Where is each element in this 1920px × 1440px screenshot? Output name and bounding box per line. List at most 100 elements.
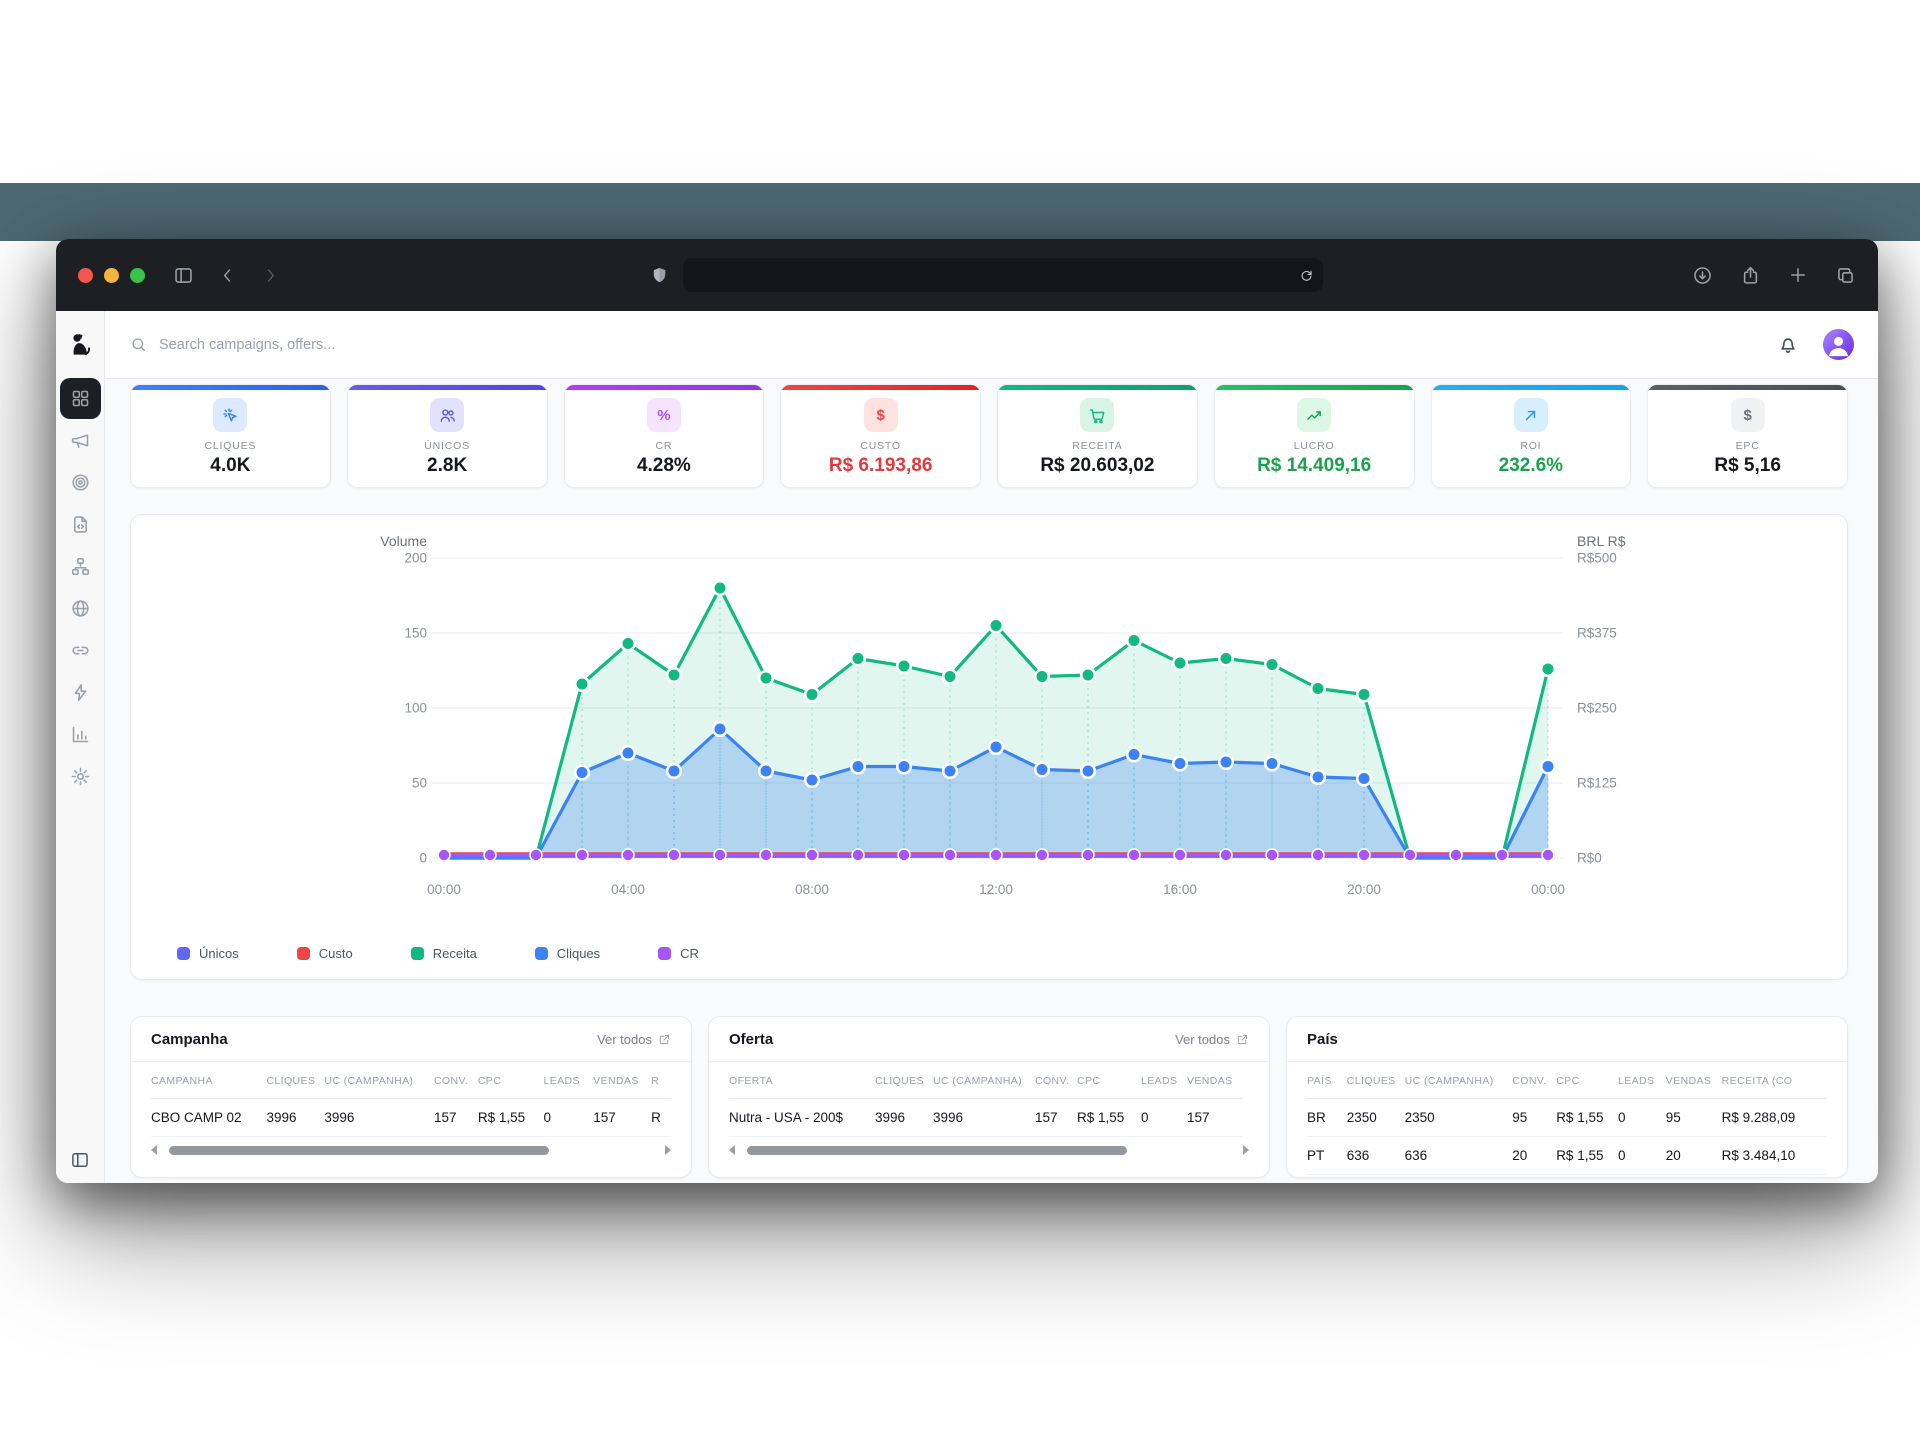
- tab-overview-icon[interactable]: [1835, 265, 1856, 286]
- table-cell: 0: [1618, 1099, 1666, 1137]
- kpi-card-únicos[interactable]: ÚNICOS2.8K: [347, 384, 548, 488]
- shield-icon[interactable]: [650, 266, 669, 285]
- scroll-left-arrow[interactable]: [151, 1145, 157, 1155]
- column-header: LEADS: [1618, 1062, 1666, 1099]
- legend-item-cliques[interactable]: Cliques: [535, 946, 600, 961]
- legend-item-únicos[interactable]: Únicos: [177, 946, 239, 961]
- table-cell: 157: [1187, 1099, 1243, 1137]
- pais-table-card: PaísPAÍSCLIQUESUC (CAMPANHA)CONV.CPCLEAD…: [1286, 1016, 1848, 1178]
- oferta-title: Oferta: [729, 1031, 773, 1048]
- kpi-card-roi[interactable]: ROI232.6%: [1431, 384, 1632, 488]
- legend-item-custo[interactable]: Custo: [297, 946, 353, 961]
- legend-chip: [658, 947, 671, 960]
- table-cell: 0: [1141, 1099, 1187, 1137]
- scrollbar-thumb[interactable]: [169, 1146, 549, 1155]
- search-input[interactable]: [159, 337, 579, 353]
- kpi-accent-bar: [565, 385, 764, 390]
- legend-label: Custo: [319, 946, 353, 961]
- megaphone-icon: [70, 430, 91, 451]
- table-cell: 157: [434, 1099, 478, 1137]
- campanha-ver-todos-link[interactable]: Ver todos: [597, 1032, 671, 1047]
- share-icon[interactable]: [1740, 265, 1761, 286]
- scroll-left-arrow[interactable]: [729, 1145, 735, 1155]
- globe-icon: [70, 598, 91, 619]
- sidebar-item-links[interactable]: [60, 630, 101, 671]
- sidebar-item-offers[interactable]: [60, 462, 101, 503]
- legend-chip: [177, 947, 190, 960]
- column-header: LEADS: [543, 1062, 593, 1099]
- svg-text:04:00: 04:00: [611, 882, 645, 897]
- table-cell: R$ 9.288,09: [1722, 1099, 1827, 1137]
- scroll-right-arrow[interactable]: [1243, 1145, 1249, 1155]
- ver-todos-label: Ver todos: [597, 1032, 652, 1047]
- table-cell: 636: [1405, 1137, 1513, 1175]
- table-cell: 0: [1618, 1137, 1666, 1175]
- sidebar-item-dashboard[interactable]: [60, 378, 101, 419]
- scrollbar-track[interactable]: [742, 1146, 1236, 1155]
- kpi-label: EPC: [1736, 440, 1760, 452]
- legend-label: Receita: [433, 946, 477, 961]
- svg-text:R$0: R$0: [1577, 851, 1602, 866]
- oferta-horizontal-scrollbar[interactable]: [729, 1144, 1249, 1156]
- cursor-click-icon: [213, 398, 247, 432]
- table-cell: 3996: [266, 1099, 324, 1137]
- new-tab-icon[interactable]: [1788, 265, 1808, 285]
- kpi-label: CUSTO: [860, 440, 901, 452]
- kpi-card-custo[interactable]: $CUSTOR$ 6.193,86: [780, 384, 981, 488]
- cart-icon: [1080, 398, 1114, 432]
- column-header: CPC: [478, 1062, 544, 1099]
- sidebar: [56, 311, 105, 1183]
- link-icon: [70, 640, 91, 661]
- reload-icon[interactable]: [1299, 268, 1314, 283]
- table-cell: 20: [1666, 1137, 1722, 1175]
- app-logo[interactable]: [56, 311, 104, 378]
- minimize-window-button[interactable]: [104, 268, 119, 283]
- arrow-up-right-icon: [1514, 398, 1548, 432]
- scrollbar-thumb[interactable]: [747, 1146, 1127, 1155]
- dollar-glyph: $: [864, 398, 898, 432]
- kpi-accent-bar: [1215, 385, 1414, 390]
- campanha-horizontal-scrollbar[interactable]: [151, 1144, 671, 1156]
- sidebar-item-reports[interactable]: [60, 714, 101, 755]
- kpi-card-lucro[interactable]: LUCROR$ 14.409,16: [1214, 384, 1415, 488]
- sidebar-toggle-icon[interactable]: [173, 265, 194, 286]
- kpi-card-epc[interactable]: $EPCR$ 5,16: [1647, 384, 1848, 488]
- column-header: PAÍS: [1307, 1062, 1347, 1099]
- url-bar[interactable]: [683, 258, 1323, 292]
- sidebar-item-settings[interactable]: [60, 756, 101, 797]
- notifications-bell-icon[interactable]: [1777, 334, 1799, 356]
- kpi-card-cr[interactable]: %CR4.28%: [564, 384, 765, 488]
- legend-item-receita[interactable]: Receita: [411, 946, 477, 961]
- sidebar-item-flows[interactable]: [60, 546, 101, 587]
- kpi-card-cliques[interactable]: CLIQUES4.0K: [130, 384, 331, 488]
- forward-icon[interactable]: [261, 266, 280, 285]
- legend-item-cr[interactable]: CR: [658, 946, 699, 961]
- column-header: CAMPANHA: [151, 1062, 266, 1099]
- scroll-right-arrow[interactable]: [665, 1145, 671, 1155]
- sidebar-item-campaigns[interactable]: [60, 420, 101, 461]
- kpi-label: RECEITA: [1072, 440, 1122, 452]
- table-cell: 2350: [1347, 1099, 1405, 1137]
- pais-title: País: [1307, 1031, 1338, 1048]
- kpi-accent-bar: [348, 385, 547, 390]
- back-icon[interactable]: [218, 266, 237, 285]
- sidebar-collapse-icon[interactable]: [70, 1150, 90, 1170]
- svg-text:200: 200: [404, 551, 427, 566]
- scrollbar-track[interactable]: [164, 1146, 658, 1155]
- sidebar-item-automation[interactable]: [60, 672, 101, 713]
- dollar-glyph: $: [1731, 398, 1765, 432]
- zoom-window-button[interactable]: [130, 268, 145, 283]
- user-avatar[interactable]: [1823, 329, 1854, 360]
- dashboard-grid-icon: [70, 388, 91, 409]
- oferta-table: OFERTACLIQUESUC (CAMPANHA)CONV.CPCLEADSV…: [729, 1062, 1243, 1137]
- column-header: VENDAS: [1666, 1062, 1722, 1099]
- column-header: CONV.: [1035, 1062, 1077, 1099]
- close-window-button[interactable]: [78, 268, 93, 283]
- sidebar-item-domains[interactable]: [60, 588, 101, 629]
- oferta-ver-todos-link[interactable]: Ver todos: [1175, 1032, 1249, 1047]
- kpi-card-receita[interactable]: RECEITAR$ 20.603,02: [997, 384, 1198, 488]
- column-header: LEADS: [1141, 1062, 1187, 1099]
- sidebar-item-landing-pages[interactable]: [60, 504, 101, 545]
- table-cell: R: [651, 1099, 671, 1137]
- download-icon[interactable]: [1692, 265, 1713, 286]
